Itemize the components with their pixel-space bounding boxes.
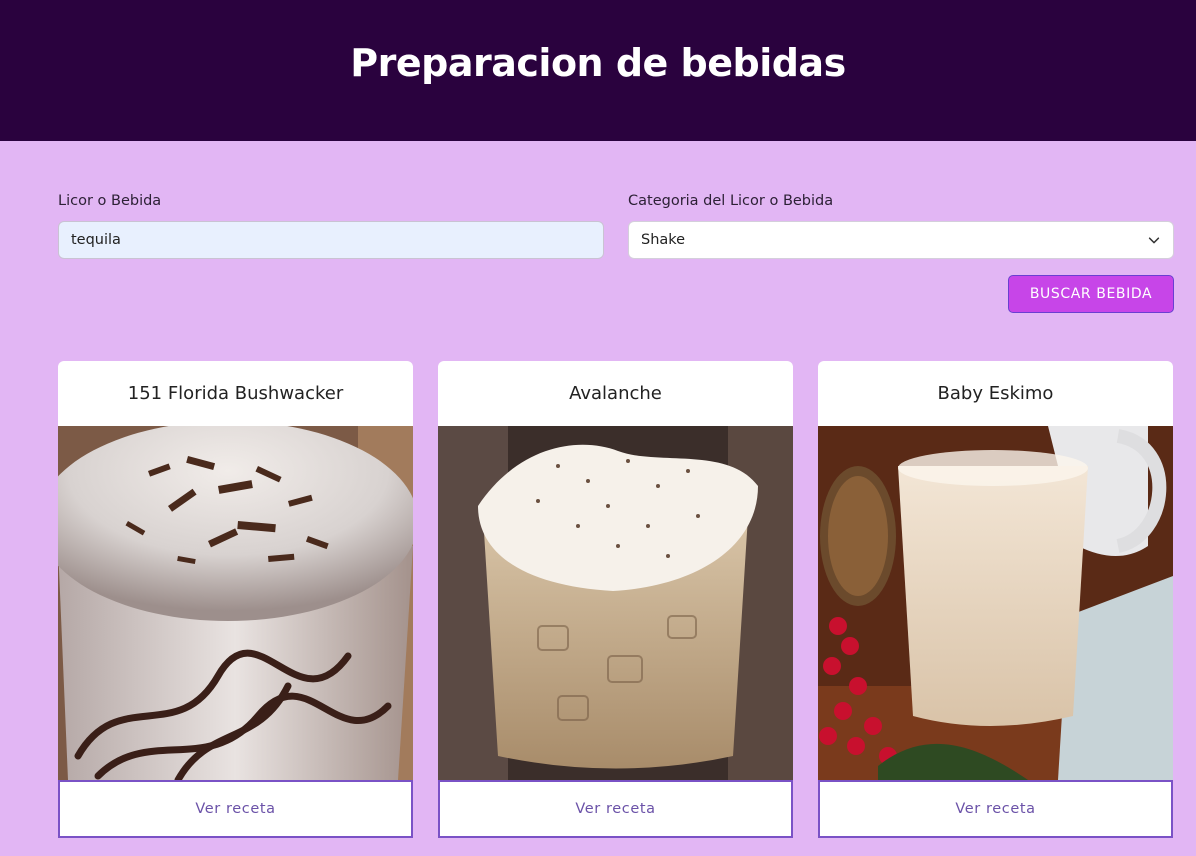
chevron-down-icon [1148, 237, 1160, 244]
category-selected-value: Shake [641, 232, 686, 248]
page-title: Preparacion de bebidas [350, 40, 846, 85]
search-drink-button[interactable]: BUSCAR BEBIDA [1008, 275, 1174, 313]
view-recipe-button[interactable]: Ver receta [818, 780, 1173, 838]
page-header: Preparacion de bebidas [0, 0, 1196, 141]
view-recipe-button[interactable]: Ver receta [58, 780, 413, 838]
drink-name-label: Licor o Bebida [58, 193, 162, 209]
category-label: Categoria del Licor o Bebida [628, 193, 834, 209]
drink-image [818, 426, 1173, 780]
drink-card-title: Baby Eskimo [818, 361, 1173, 426]
drink-image [58, 426, 413, 780]
drink-card-title: 151 Florida Bushwacker [58, 361, 413, 426]
drink-card: Baby Eskimo Ver receta [818, 361, 1173, 839]
drink-name-input[interactable] [58, 221, 604, 259]
drink-card: 151 Florida Bushwacker Ver receta [58, 361, 413, 839]
drink-image [438, 426, 793, 780]
drink-card-title: Avalanche [438, 361, 793, 426]
category-select[interactable]: Shake [628, 221, 1174, 259]
view-recipe-button[interactable]: Ver receta [438, 780, 793, 838]
drink-card: Avalanche Ver receta [438, 361, 793, 839]
